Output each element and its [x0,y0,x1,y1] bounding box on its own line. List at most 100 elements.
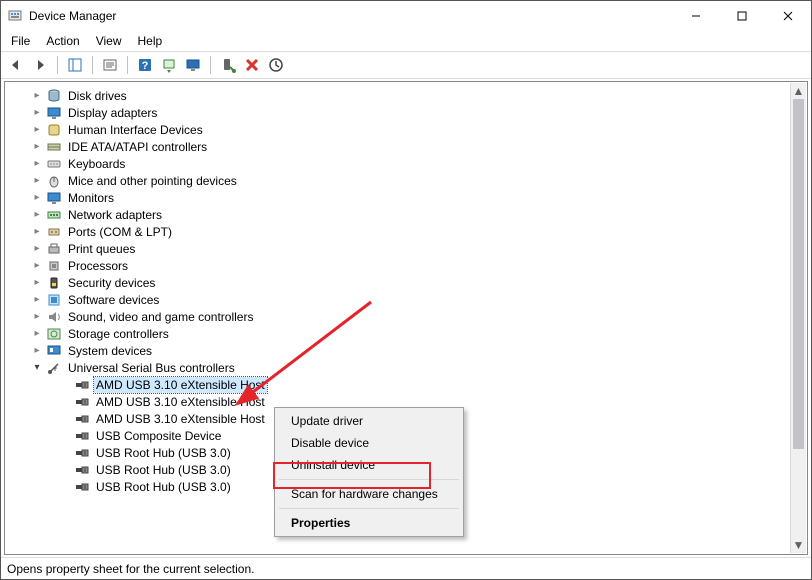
expander-closed-icon[interactable]: ▸ [30,327,44,341]
tree-category-ports-com-lpt-[interactable]: ▸ Ports (COM & LPT) [6,223,790,240]
tree-category-label: Software devices [66,292,161,308]
scan-changes-button[interactable] [265,54,287,76]
context-menu-separator [279,479,459,480]
toolbar-separator [92,56,93,74]
maximize-button[interactable] [719,1,765,31]
tree-category-label: Processors [66,258,130,274]
status-bar: Opens property sheet for the current sel… [1,557,811,579]
help-button[interactable]: ? [134,54,156,76]
menu-view[interactable]: View [88,32,130,50]
minimize-button[interactable] [673,1,719,31]
tree-category-human-interface-devices[interactable]: ▸ Human Interface Devices [6,121,790,138]
tree-category-label: Mice and other pointing devices [66,173,239,189]
expander-closed-icon[interactable]: ▸ [30,140,44,154]
properties-button[interactable] [99,54,121,76]
expander-closed-icon[interactable]: ▸ [30,208,44,222]
vertical-scrollbar[interactable]: ▲ ▼ [790,83,806,553]
expander-closed-icon[interactable]: ▸ [30,293,44,307]
scroll-down-button[interactable]: ▼ [791,537,806,553]
tree-category-label: Security devices [66,275,157,291]
menu-file[interactable]: File [3,32,38,50]
context-menu-separator [279,508,459,509]
tree-item-label: AMD USB 3.10 eXtensible Host [94,377,267,393]
expander-closed-icon[interactable]: ▸ [30,157,44,171]
tree-category-label: Disk drives [66,88,129,104]
menu-action[interactable]: Action [38,32,87,50]
context-menu-scan-for-hardware-changes[interactable]: Scan for hardware changes [277,483,461,505]
expander-closed-icon[interactable]: ▸ [30,174,44,188]
tree-category-ide-ata-atapi-controllers[interactable]: ▸ IDE ATA/ATAPI controllers [6,138,790,155]
tree-category-disk-drives[interactable]: ▸ Disk drives [6,87,790,104]
app-icon [7,8,23,24]
context-menu-uninstall-device[interactable]: Uninstall device [277,454,461,476]
expander-closed-icon[interactable]: ▸ [30,191,44,205]
title-text: Device Manager [29,9,116,23]
tree-category-label: IDE ATA/ATAPI controllers [66,139,209,155]
tree-item[interactable]: AMD USB 3.10 eXtensible Host [6,376,790,393]
expander-closed-icon[interactable]: ▸ [30,242,44,256]
scroll-track[interactable] [791,99,806,537]
tree-category-label: Storage controllers [66,326,171,342]
tree-category-display-adapters[interactable]: ▸ Display adapters [6,104,790,121]
expander-closed-icon[interactable]: ▸ [30,276,44,290]
scroll-thumb[interactable] [793,99,804,449]
tree-category-label: Print queues [66,241,137,257]
show-hide-tree-button[interactable] [64,54,86,76]
context-menu-properties[interactable]: Properties [277,512,461,534]
tree-category-security-devices[interactable]: ▸ Security devices [6,274,790,291]
tree-category-label: Universal Serial Bus controllers [66,360,237,376]
monitor-button[interactable] [182,54,204,76]
toolbar-separator [210,56,211,74]
tree-category-processors[interactable]: ▸ Processors [6,257,790,274]
tree-category-label: Sound, video and game controllers [66,309,255,325]
tree-category-label: Human Interface Devices [66,122,205,138]
tree-category-label: Display adapters [66,105,159,121]
tree-category-system-devices[interactable]: ▸ System devices [6,342,790,359]
uninstall-device-button[interactable] [241,54,263,76]
tree-category-label: Network adapters [66,207,164,223]
tree-item-label: USB Composite Device [94,428,223,444]
tree-item-label: AMD USB 3.10 eXtensible Host [94,394,267,410]
status-text: Opens property sheet for the current sel… [7,562,254,576]
tree-item-label: USB Root Hub (USB 3.0) [94,445,233,461]
tree-category-storage-controllers[interactable]: ▸ Storage controllers [6,325,790,342]
forward-button[interactable] [29,54,51,76]
tree-category-label: Keyboards [66,156,127,172]
expander-closed-icon[interactable]: ▸ [30,310,44,324]
expander-closed-icon[interactable]: ▸ [30,344,44,358]
expander-closed-icon[interactable]: ▸ [30,106,44,120]
context-menu-disable-device[interactable]: Disable device [277,432,461,454]
tree-item-label: AMD USB 3.10 eXtensible Host [94,411,267,427]
tree-category-label: Monitors [66,190,116,206]
update-driver-button[interactable] [158,54,180,76]
tree-category-label: Ports (COM & LPT) [66,224,174,240]
tree-category-label: System devices [66,343,154,359]
tree-category-print-queues[interactable]: ▸ Print queues [6,240,790,257]
context-menu: Update driverDisable deviceUninstall dev… [274,407,464,537]
expander-closed-icon[interactable]: ▸ [30,123,44,137]
tree-category-network-adapters[interactable]: ▸ Network adapters [6,206,790,223]
tree-category-mice-and-other-pointing-devices[interactable]: ▸ Mice and other pointing devices [6,172,790,189]
menu-help[interactable]: Help [130,32,171,50]
menu-bar: File Action View Help [1,31,811,51]
context-menu-update-driver[interactable]: Update driver [277,410,461,432]
expander-closed-icon[interactable]: ▸ [30,225,44,239]
svg-text:?: ? [142,60,149,72]
tree-category-monitors[interactable]: ▸ Monitors [6,189,790,206]
device-manager-window: Device Manager File Action View Help ? ▸… [0,0,812,580]
tree-category-keyboards[interactable]: ▸ Keyboards [6,155,790,172]
toolbar-separator [57,56,58,74]
expander-closed-icon[interactable]: ▸ [30,259,44,273]
enable-device-button[interactable] [217,54,239,76]
tree-category-sound-video-and-game-controllers[interactable]: ▸ Sound, video and game controllers [6,308,790,325]
expander-open-icon[interactable]: ▾ [30,361,44,375]
close-button[interactable] [765,1,811,31]
tree-category-software-devices[interactable]: ▸ Software devices [6,291,790,308]
tree-item-label: USB Root Hub (USB 3.0) [94,462,233,478]
tree-category-universal-serial-bus-controllers[interactable]: ▾ Universal Serial Bus controllers [6,359,790,376]
back-button[interactable] [5,54,27,76]
scroll-up-button[interactable]: ▲ [791,83,806,99]
expander-closed-icon[interactable]: ▸ [30,89,44,103]
toolbar-separator [127,56,128,74]
tree-item-label: USB Root Hub (USB 3.0) [94,479,233,495]
